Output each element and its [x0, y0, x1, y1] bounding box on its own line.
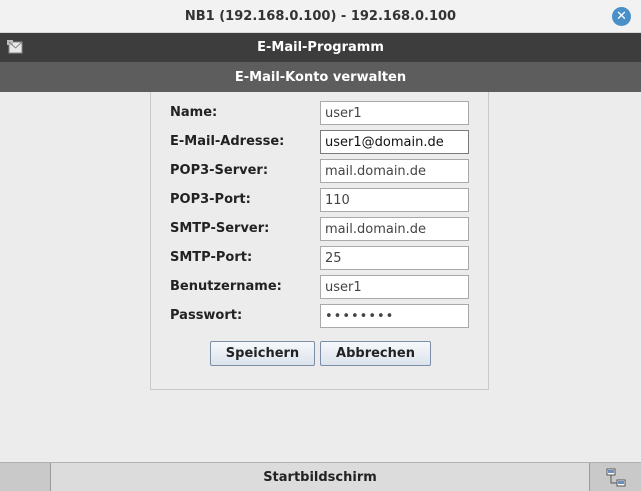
pop3-server-field[interactable]: mail.domain.de: [320, 159, 469, 183]
pop3-server-label: POP3-Server:: [170, 163, 269, 178]
network-icon[interactable]: [606, 468, 626, 488]
account-form: Name: user1 E-Mail-Adresse: user1@domain…: [150, 92, 489, 390]
email-field[interactable]: user1@domain.de: [320, 130, 469, 154]
app-header: E-Mail-Programm: [0, 33, 641, 62]
form-row-username: Benutzername: user1: [151, 275, 490, 299]
password-field[interactable]: ••••••••: [320, 304, 469, 328]
window-titlebar: NB1 (192.168.0.100) - 192.168.0.100 ✕: [0, 0, 641, 33]
dialog-header: E-Mail-Konto verwalten: [0, 62, 641, 92]
form-row-pop3-server: POP3-Server: mail.domain.de: [151, 159, 490, 183]
mail-app-icon[interactable]: [7, 40, 23, 54]
save-button[interactable]: Speichern: [210, 341, 315, 366]
form-row-password: Passwort: ••••••••: [151, 304, 490, 328]
cancel-button[interactable]: Abbrechen: [320, 341, 431, 366]
email-label: E-Mail-Adresse:: [170, 134, 285, 149]
form-row-email: E-Mail-Adresse: user1@domain.de: [151, 130, 490, 154]
pop3-port-field[interactable]: 110: [320, 188, 469, 212]
smtp-port-label: SMTP-Port:: [170, 250, 253, 265]
form-row-smtp-port: SMTP-Port: 25: [151, 246, 490, 270]
pop3-port-label: POP3-Port:: [170, 192, 251, 207]
form-row-pop3-port: POP3-Port: 110: [151, 188, 490, 212]
close-icon: ✕: [616, 9, 627, 24]
smtp-server-label: SMTP-Server:: [170, 221, 270, 236]
password-label: Passwort:: [170, 308, 243, 323]
username-label: Benutzername:: [170, 279, 282, 294]
close-button[interactable]: ✕: [612, 7, 631, 26]
smtp-port-field[interactable]: 25: [320, 246, 469, 270]
app-title: E-Mail-Programm: [257, 40, 384, 55]
dialog-title: E-Mail-Konto verwalten: [234, 69, 407, 85]
form-row-smtp-server: SMTP-Server: mail.domain.de: [151, 217, 490, 241]
username-field[interactable]: user1: [320, 275, 469, 299]
taskbar: Startbildschirm: [0, 462, 641, 491]
window-title: NB1 (192.168.0.100) - 192.168.0.100: [184, 8, 457, 24]
start-screen-button[interactable]: Startbildschirm: [50, 463, 590, 491]
smtp-server-field[interactable]: mail.domain.de: [320, 217, 469, 241]
form-row-name: Name: user1: [151, 101, 490, 125]
name-label: Name:: [170, 105, 218, 120]
name-field[interactable]: user1: [320, 101, 469, 125]
